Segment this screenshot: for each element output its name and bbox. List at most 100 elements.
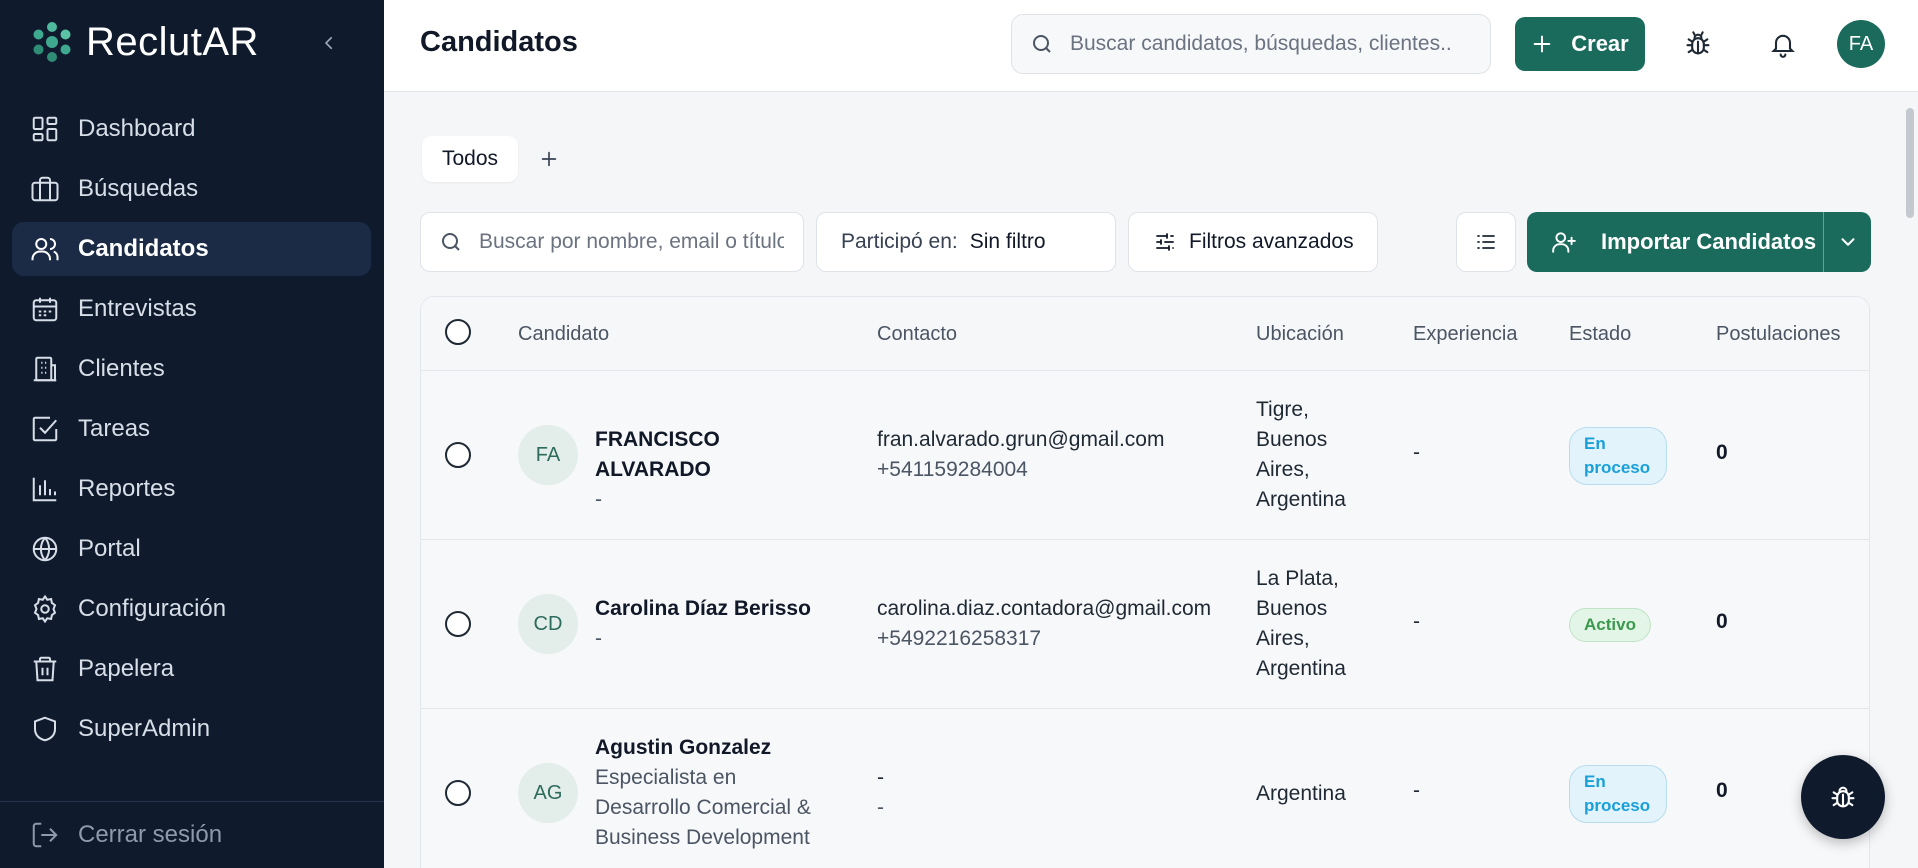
sidebar-item-papelera[interactable]: Papelera xyxy=(12,642,371,696)
avatar: AG xyxy=(518,763,578,823)
table-row[interactable]: CD Carolina Díaz Berisso - carolina.diaz… xyxy=(421,540,1869,709)
candidate-name[interactable]: Carolina Díaz Berisso xyxy=(595,594,835,624)
row-select-radio[interactable] xyxy=(445,442,471,468)
candidates-table: Candidato Contacto Ubicación Experiencia… xyxy=(420,296,1870,868)
table-row[interactable]: AG Agustin Gonzalez Especialista en Desa… xyxy=(421,709,1869,868)
candidate-title: - xyxy=(595,627,602,650)
contact-email: - xyxy=(877,766,884,789)
bug-report-button[interactable] xyxy=(1680,26,1716,62)
list-icon xyxy=(1477,235,1495,249)
status-line: En xyxy=(1584,434,1606,453)
sidebar-item-clientes[interactable]: Clientes xyxy=(12,342,371,396)
global-search-input[interactable] xyxy=(1070,32,1450,56)
sidebar-item-entrevistas[interactable]: Entrevistas xyxy=(12,282,371,336)
location-line: Argentina xyxy=(1256,488,1346,511)
sidebar-item-label: Candidatos xyxy=(78,235,209,262)
candidate-search-input[interactable] xyxy=(479,230,784,254)
sidebar-item-tareas[interactable]: Tareas xyxy=(12,402,371,456)
contact-email[interactable]: fran.alvarado.grun@gmail.com xyxy=(877,425,1164,455)
import-candidates-button[interactable]: Importar Candidatos xyxy=(1527,212,1823,272)
logout-icon xyxy=(32,822,58,848)
page-title: Candidatos xyxy=(420,26,578,58)
collapse-sidebar-button[interactable] xyxy=(314,28,344,58)
globe-icon xyxy=(32,536,58,562)
sidebar-item-busquedas[interactable]: Búsquedas xyxy=(12,162,371,216)
status-line: proceso xyxy=(1584,796,1651,815)
sidebar-item-label: Portal xyxy=(78,535,141,562)
candidate-name[interactable]: Agustin Gonzalez xyxy=(595,733,855,763)
candidate-search-box[interactable] xyxy=(420,212,804,272)
search-icon xyxy=(1033,35,1051,53)
sidebar-divider xyxy=(0,801,384,802)
sidebar-item-label: SuperAdmin xyxy=(78,715,211,742)
column-header-ubicacion[interactable]: Ubicación xyxy=(1256,323,1344,346)
sidebar-nav: Dashboard Búsquedas Candidatos Entrevist… xyxy=(12,102,371,762)
column-header-postulaciones[interactable]: Postulaciones xyxy=(1716,323,1841,346)
contact-phone: +541159284004 xyxy=(877,458,1028,481)
location-cell: Tigre, Buenos Aires, Argentina xyxy=(1256,395,1376,515)
sidebar-item-label: Tareas xyxy=(78,415,151,442)
contact-cell: fran.alvarado.grun@gmail.com +5411592840… xyxy=(877,425,1164,485)
candidate-name[interactable]: FRANCISCO ALVARADO xyxy=(595,425,835,485)
row-select-radio[interactable] xyxy=(445,780,471,806)
logout-label: Cerrar sesión xyxy=(78,821,223,848)
column-header-estado[interactable]: Estado xyxy=(1569,323,1631,346)
candidate-title: Desarrollo Comercial & xyxy=(595,796,811,819)
user-plus-icon xyxy=(1552,232,1576,253)
contact-phone: - xyxy=(877,796,884,819)
location-cell: La Plata, Buenos Aires, Argentina xyxy=(1256,564,1376,684)
experience-cell: - xyxy=(1413,779,1420,802)
applications-count: 0 xyxy=(1716,441,1728,464)
sidebar-item-label: Entrevistas xyxy=(78,295,197,322)
contact-email[interactable]: carolina.diaz.contadora@gmail.com xyxy=(877,594,1211,624)
create-button[interactable]: Crear xyxy=(1515,17,1645,71)
sidebar-item-superadmin[interactable]: SuperAdmin xyxy=(12,702,371,756)
experience-cell: - xyxy=(1413,441,1420,464)
avatar: CD xyxy=(518,594,578,654)
shield-icon xyxy=(34,716,56,742)
import-options-dropdown[interactable] xyxy=(1823,212,1871,272)
notifications-button[interactable] xyxy=(1765,26,1801,62)
sliders-icon xyxy=(1156,233,1174,251)
sidebar-item-configuracion[interactable]: Configuración xyxy=(12,582,371,636)
bell-icon xyxy=(1771,34,1795,58)
brand[interactable]: ReclutAR xyxy=(30,18,259,66)
status-line: En xyxy=(1584,772,1606,791)
sidebar-item-dashboard[interactable]: Dashboard xyxy=(12,102,371,156)
sidebar-item-label: Búsquedas xyxy=(78,175,199,202)
sidebar-item-label: Reportes xyxy=(78,475,176,502)
user-avatar[interactable]: FA xyxy=(1837,20,1885,68)
logout-button[interactable]: Cerrar sesión xyxy=(30,820,222,850)
sidebar: ReclutAR Dashboard Búsquedas Candidatos … xyxy=(0,0,384,868)
sidebar-item-reportes[interactable]: Reportes xyxy=(12,462,371,516)
sidebar-item-label: Papelera xyxy=(78,655,175,682)
bar-chart-icon xyxy=(32,477,57,502)
select-all-radio[interactable] xyxy=(445,319,471,345)
row-select-radio[interactable] xyxy=(445,611,471,637)
bug-report-fab[interactable] xyxy=(1801,755,1885,839)
search-icon xyxy=(442,233,460,251)
column-header-contacto[interactable]: Contacto xyxy=(877,323,957,346)
sidebar-item-label: Clientes xyxy=(78,355,165,382)
tab-todos[interactable]: Todos xyxy=(422,136,519,182)
gear-icon xyxy=(33,594,57,624)
candidate-title: - xyxy=(595,488,602,511)
page-scrollbar[interactable] xyxy=(1906,108,1914,218)
location-line: Argentina xyxy=(1256,657,1346,680)
sidebar-item-portal[interactable]: Portal xyxy=(12,522,371,576)
sidebar-item-label: Dashboard xyxy=(78,115,196,142)
participo-filter-select[interactable]: Participó en: Sin filtro xyxy=(816,212,1116,272)
advanced-filters-button[interactable]: Filtros avanzados xyxy=(1128,212,1378,272)
applications-count: 0 xyxy=(1716,610,1728,633)
location-line: Tigre, xyxy=(1256,398,1309,421)
contact-cell: - - xyxy=(877,763,884,823)
table-row[interactable]: FA FRANCISCO ALVARADO - fran.alvarado.gr… xyxy=(421,371,1869,540)
column-header-candidato[interactable]: Candidato xyxy=(518,323,609,346)
dashboard-icon xyxy=(32,116,58,142)
add-tab-button[interactable] xyxy=(532,142,566,176)
trash-icon xyxy=(33,656,57,682)
global-search-box[interactable] xyxy=(1011,14,1491,74)
sidebar-item-candidatos[interactable]: Candidatos xyxy=(12,222,371,276)
column-header-experiencia[interactable]: Experiencia xyxy=(1413,323,1518,346)
list-view-button[interactable] xyxy=(1456,212,1516,272)
